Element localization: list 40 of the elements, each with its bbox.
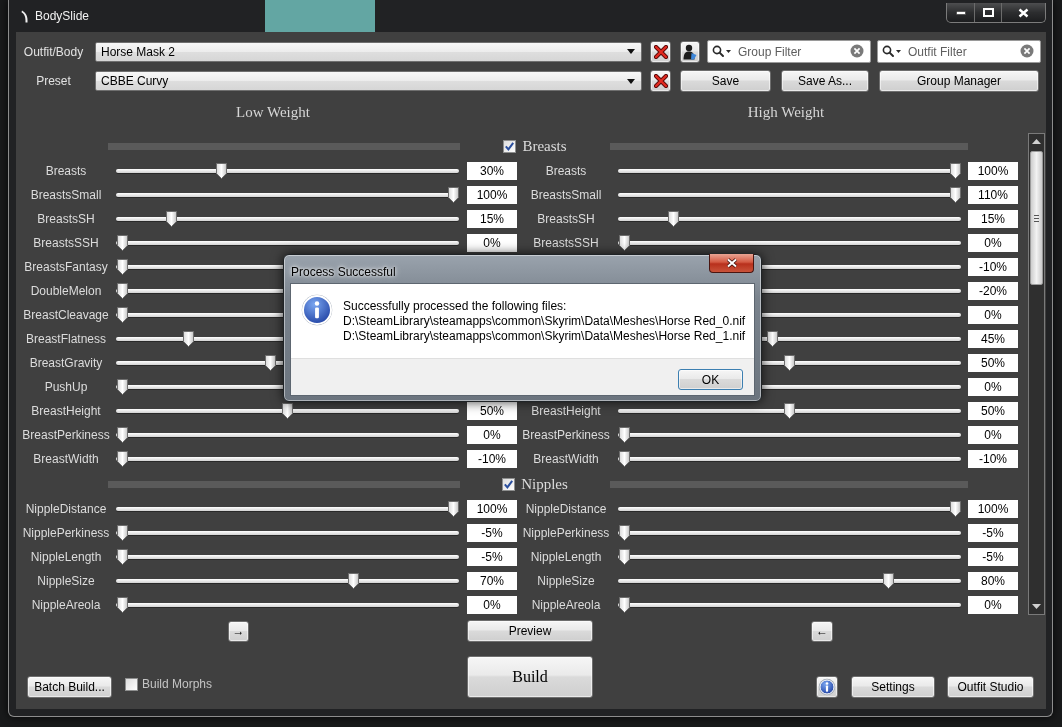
slider-label: PushUp <box>43 379 89 396</box>
slider-label: BreastWidth <box>532 451 600 468</box>
slider-label: NipplePerkiness <box>21 525 111 542</box>
slider-label: BreastGravity <box>28 355 104 372</box>
dialog-message: Successfully processed the following files: D:\SteamLibrary\steamapps\common\Skyrim\Data\Meshes\Horse Red_0.nif D:\SteamLibrary\steamapps\common\Skyrim\Data\Meshes\Horse Red_1.nif <box>343 298 746 344</box>
dialog-title: Process Successful <box>291 264 396 281</box>
column-heading: High Weight <box>746 102 826 122</box>
slider-label: NippleSize <box>536 573 596 590</box>
field-label: Preset <box>35 73 72 90</box>
slider-label: BreastHeight <box>530 403 602 420</box>
slider-label: BreastsSSH <box>32 235 100 252</box>
slider-label: BreastsSmall <box>529 187 603 204</box>
slider-label: Breasts <box>544 163 588 180</box>
slider-label: BreastsSSH <box>532 235 600 252</box>
slider-label: NippleAreola <box>530 597 602 614</box>
field-label: Outfit/Body <box>22 43 85 61</box>
slider-label: BreastsFantasy <box>23 259 109 276</box>
slider-label: NippleLength <box>529 549 603 566</box>
slider-label: Breasts <box>44 163 88 180</box>
slider-label: BreastFlatness <box>24 331 107 348</box>
category-title: Breasts <box>522 136 567 156</box>
slider-label: NippleLength <box>29 549 103 566</box>
slider-label: BreastPerkiness <box>21 427 111 444</box>
slider-label: BreastCleavage <box>22 307 110 324</box>
slider-label: BreastsSmall <box>29 187 103 204</box>
slider-label: BreastWidth <box>32 451 100 468</box>
slider-label: BreastHeight <box>30 403 102 420</box>
slider-label: NippleDistance <box>524 501 608 518</box>
slider-label: NippleDistance <box>24 501 108 518</box>
slider-label: NippleAreola <box>30 597 102 614</box>
checkbox-label: Build Morphs <box>142 676 213 693</box>
slider-label: DoubleMelon <box>29 283 103 300</box>
slider-label: BreastsSH <box>536 211 596 228</box>
slider-label: BreastsSH <box>36 211 96 228</box>
slider-label: NipplePerkiness <box>521 525 611 542</box>
slider-label: NippleSize <box>36 573 96 590</box>
column-heading: Low Weight <box>235 102 311 122</box>
slider-label: BreastPerkiness <box>521 427 611 444</box>
category-title: Nipples <box>521 474 568 494</box>
window-title: BodySlide <box>35 8 90 25</box>
